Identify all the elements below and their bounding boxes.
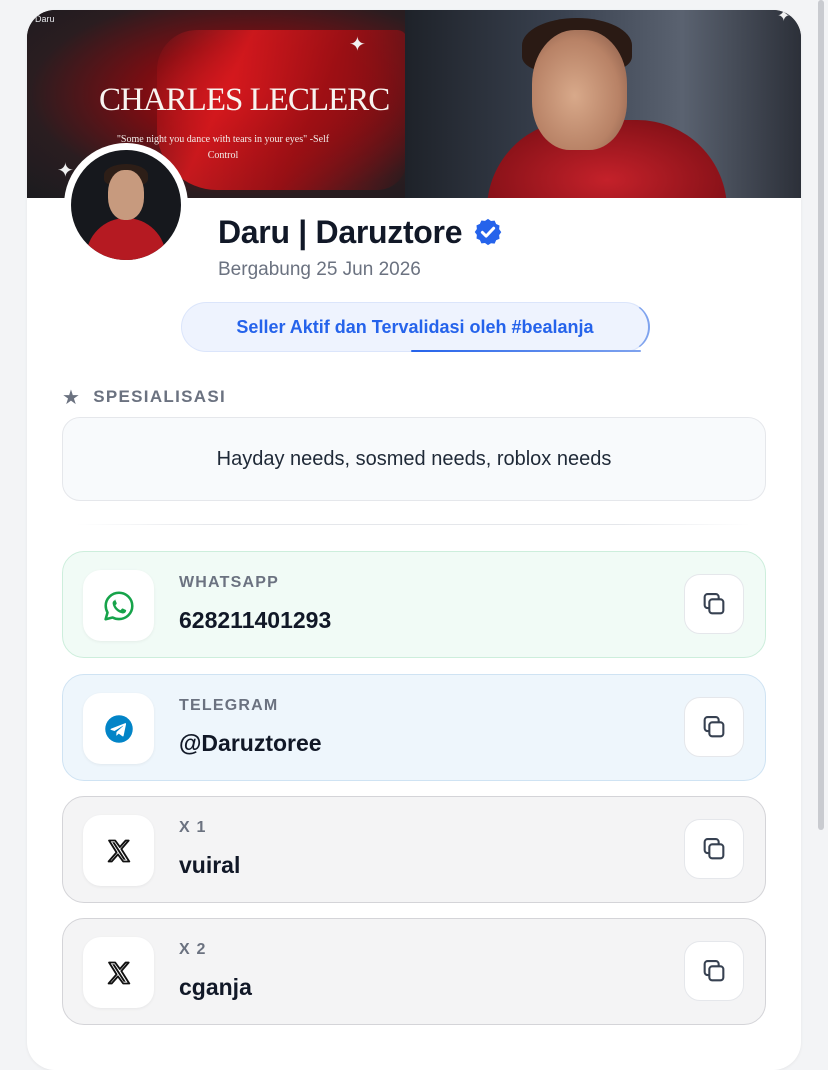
star-icon: ✦: [349, 34, 366, 56]
contact-icon-box: [83, 693, 154, 764]
copy-button[interactable]: [684, 819, 744, 879]
profile-name-row: Daru | Daruztore: [218, 210, 503, 254]
contact-label: X 1: [179, 819, 207, 836]
copy-button[interactable]: [684, 574, 744, 634]
profile-name: Daru | Daruztore: [218, 213, 463, 250]
copy-icon: [703, 593, 725, 615]
contact-card-telegram[interactable]: TELEGRAM @Daruztoree: [62, 674, 766, 781]
contact-label: TELEGRAM: [179, 697, 279, 714]
badge-underline: [411, 350, 641, 352]
x-logo-icon: [107, 961, 130, 984]
copy-button[interactable]: [684, 941, 744, 1001]
contact-icon-box: [83, 937, 154, 1008]
banner-title: CHARLES LECLERC: [99, 82, 390, 118]
whatsapp-icon: [103, 590, 134, 621]
specialization-heading: ★ SPESIALISASI: [62, 385, 226, 409]
star-icon: ★: [62, 386, 82, 409]
page-scrollbar[interactable]: [818, 0, 824, 830]
x-logo-icon: [107, 839, 130, 862]
contact-icon-box: [83, 815, 154, 886]
specialization-text: Hayday needs, sosmed needs, roblox needs: [216, 447, 612, 470]
contact-label: WHATSAPP: [179, 574, 279, 591]
contact-card-x1[interactable]: X 1 vuiral: [62, 796, 766, 903]
divider: [77, 524, 751, 525]
banner-portrait-head: [532, 30, 627, 150]
copy-icon: [703, 838, 725, 860]
avatar[interactable]: [64, 143, 188, 267]
copy-button[interactable]: [684, 697, 744, 757]
contact-card-whatsapp[interactable]: WHATSAPP 628211401293: [62, 551, 766, 658]
contact-card-x2[interactable]: X 2 cganja: [62, 918, 766, 1025]
star-icon: ✦: [777, 10, 791, 25]
verified-badge-icon: [474, 218, 502, 246]
copy-icon: [703, 716, 725, 738]
joined-date: Bergabung 25 Jun 2026: [218, 259, 421, 280]
contact-value[interactable]: @Daruztoree: [179, 730, 322, 757]
contact-label: X 2: [179, 941, 207, 958]
avatar-image: [71, 150, 181, 260]
contact-value[interactable]: 628211401293: [179, 607, 331, 634]
contact-value[interactable]: vuiral: [179, 852, 240, 879]
contact-value[interactable]: cganja: [179, 974, 252, 1001]
specialization-label: SPESIALISASI: [93, 387, 226, 406]
profile-card: Daru CHARLES LECLERC "Some night you dan…: [27, 10, 801, 1070]
seller-validated-badge: Seller Aktif dan Tervalidasi oleh #beala…: [181, 302, 650, 352]
contact-icon-box: [83, 570, 154, 641]
specialization-box: Hayday needs, sosmed needs, roblox needs: [62, 417, 766, 501]
copy-icon: [703, 960, 725, 982]
banner-tag: Daru: [35, 14, 55, 24]
telegram-icon: [104, 714, 133, 743]
